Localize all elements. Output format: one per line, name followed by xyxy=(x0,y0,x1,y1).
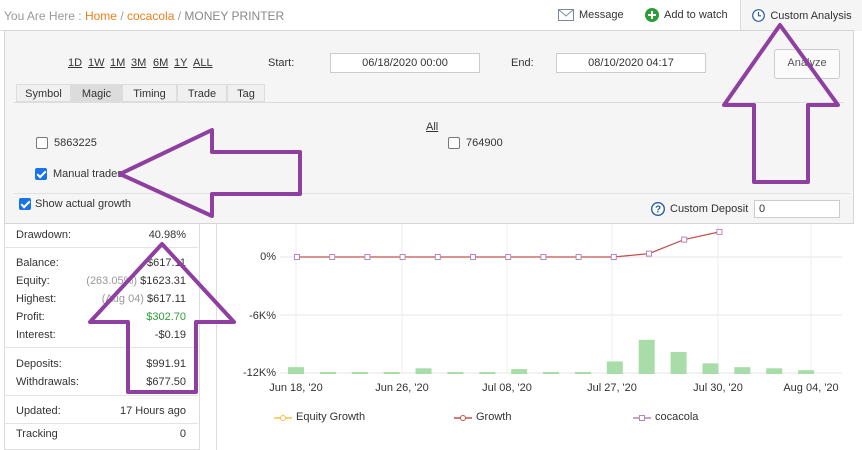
message-label: Message xyxy=(579,9,624,21)
show-actual-growth-label: Show actual growth xyxy=(35,198,131,210)
breadcrumb-current: MONEY PRINTER xyxy=(184,9,285,23)
add-to-watch-button[interactable]: Add to watch xyxy=(645,0,728,30)
volume-bar xyxy=(638,339,655,374)
growth-point xyxy=(540,254,547,260)
start-label: Start: xyxy=(268,57,295,69)
period-all-link[interactable]: ALL xyxy=(193,57,213,69)
legend-equity-growth[interactable]: Equity Growth xyxy=(296,411,365,423)
end-date-input[interactable]: 08/10/2020 04:17 xyxy=(556,53,706,73)
tab-trade[interactable]: Trade xyxy=(177,84,227,102)
help-icon[interactable]: ? xyxy=(651,202,665,216)
legend-growth[interactable]: Growth xyxy=(476,411,511,423)
volume-bar xyxy=(447,372,464,374)
growth-point xyxy=(681,236,688,243)
add-to-watch-label: Add to watch xyxy=(664,9,728,21)
x-tick-label: Jul 27, '20 xyxy=(587,382,637,394)
y-tick-label: -12K% xyxy=(242,367,276,379)
magic-764900-checkbox[interactable] xyxy=(448,137,460,149)
growth-point xyxy=(399,254,406,260)
volume-bar xyxy=(766,368,783,374)
growth-point xyxy=(505,254,512,260)
growth-point xyxy=(329,254,336,260)
growth-point xyxy=(575,254,582,260)
x-tick-label: Jul 08, '20 xyxy=(482,382,532,394)
period-3m-link[interactable]: 3M xyxy=(131,57,146,69)
tab-symbol[interactable]: Symbol xyxy=(16,84,71,102)
manual-trades-label: Manual trades xyxy=(53,168,123,180)
volume-bar xyxy=(734,367,751,374)
y-tick-label: 0% xyxy=(260,251,276,263)
breadcrumb-home-link[interactable]: Home xyxy=(85,9,117,23)
custom-analysis-label: Custom Analysis xyxy=(770,9,852,22)
breadcrumb: You Are Here : Home / cocacola / MONEY P… xyxy=(4,9,284,23)
volume-bar xyxy=(319,372,336,374)
volume-bar xyxy=(574,372,591,374)
envelope-icon xyxy=(558,9,574,21)
breadcrumb-separator: / xyxy=(177,9,182,23)
stats-divider xyxy=(4,247,198,248)
analyze-button[interactable]: Analyze xyxy=(774,49,840,79)
x-tick-label: Jun 18, '20 xyxy=(269,382,323,394)
legend-cocacola[interactable]: cocacola xyxy=(655,411,698,423)
x-tick-label: Jun 26, '20 xyxy=(375,382,429,394)
clock-icon xyxy=(752,9,766,22)
plus-circle-icon xyxy=(645,8,659,22)
volume-bar xyxy=(511,369,528,374)
growth-point xyxy=(646,250,652,257)
volume-bar xyxy=(383,372,400,374)
stats-divider xyxy=(4,347,198,348)
tab-divider xyxy=(14,102,844,103)
legend-growth-marker xyxy=(454,415,472,421)
custom-analysis-tab[interactable]: Custom Analysis xyxy=(740,0,862,31)
y-tick-label: -6K% xyxy=(249,310,276,322)
legend-equity-growth-marker xyxy=(274,415,292,421)
tab-tag[interactable]: Tag xyxy=(227,84,265,102)
select-all-link[interactable]: All xyxy=(426,121,438,133)
magic-5863225-label: 5863225 xyxy=(54,137,97,149)
volume-bar xyxy=(288,367,304,374)
volume-bar xyxy=(606,361,623,374)
show-actual-growth-checkbox[interactable] xyxy=(19,198,31,210)
volume-bar xyxy=(702,363,719,374)
x-tick-label: Jul 30, '20 xyxy=(693,382,743,394)
growth-point xyxy=(470,254,476,260)
tab-magic[interactable]: Magic xyxy=(71,84,122,102)
x-tick-label: Aug 04, '20 xyxy=(783,382,839,394)
breadcrumb-separator: / xyxy=(120,9,124,23)
growth-point xyxy=(294,254,300,260)
volume-bar xyxy=(479,372,496,374)
volume-bar xyxy=(351,372,368,374)
custom-deposit-label: Custom Deposit xyxy=(670,203,749,215)
breadcrumb-prefix: You Are Here : xyxy=(4,9,82,23)
period-1m-link[interactable]: 1M xyxy=(110,57,125,69)
growth-point xyxy=(434,254,441,260)
start-date-input[interactable]: 06/18/2020 00:00 xyxy=(330,53,480,73)
legend-cocacola-marker xyxy=(633,415,651,421)
svg-text:?: ? xyxy=(655,205,661,216)
stats-divider xyxy=(4,423,198,424)
tab-timing[interactable]: Timing xyxy=(122,84,177,102)
growth-point xyxy=(610,254,617,260)
growth-point xyxy=(716,228,723,235)
panel-separator xyxy=(14,193,850,194)
message-button[interactable]: Message xyxy=(558,0,624,30)
period-1w-link[interactable]: 1W xyxy=(88,57,105,69)
end-label: End: xyxy=(511,57,534,69)
magic-5863225-checkbox[interactable] xyxy=(36,137,48,149)
magic-764900-label: 764900 xyxy=(466,137,503,149)
stats-divider xyxy=(4,395,198,396)
breadcrumb-account-link[interactable]: cocacola xyxy=(127,9,174,23)
custom-deposit-input[interactable]: 0 xyxy=(754,200,840,218)
period-1y-link[interactable]: 1Y xyxy=(174,57,187,69)
manual-trades-checkbox[interactable] xyxy=(35,168,47,180)
growth-series-line xyxy=(297,231,720,258)
volume-bar xyxy=(543,372,560,374)
period-6m-link[interactable]: 6M xyxy=(153,57,168,69)
period-1d-link[interactable]: 1D xyxy=(68,57,82,69)
volume-bar xyxy=(798,370,815,374)
volume-bar xyxy=(415,368,432,374)
volume-bar xyxy=(670,351,687,374)
growth-point xyxy=(364,254,371,260)
